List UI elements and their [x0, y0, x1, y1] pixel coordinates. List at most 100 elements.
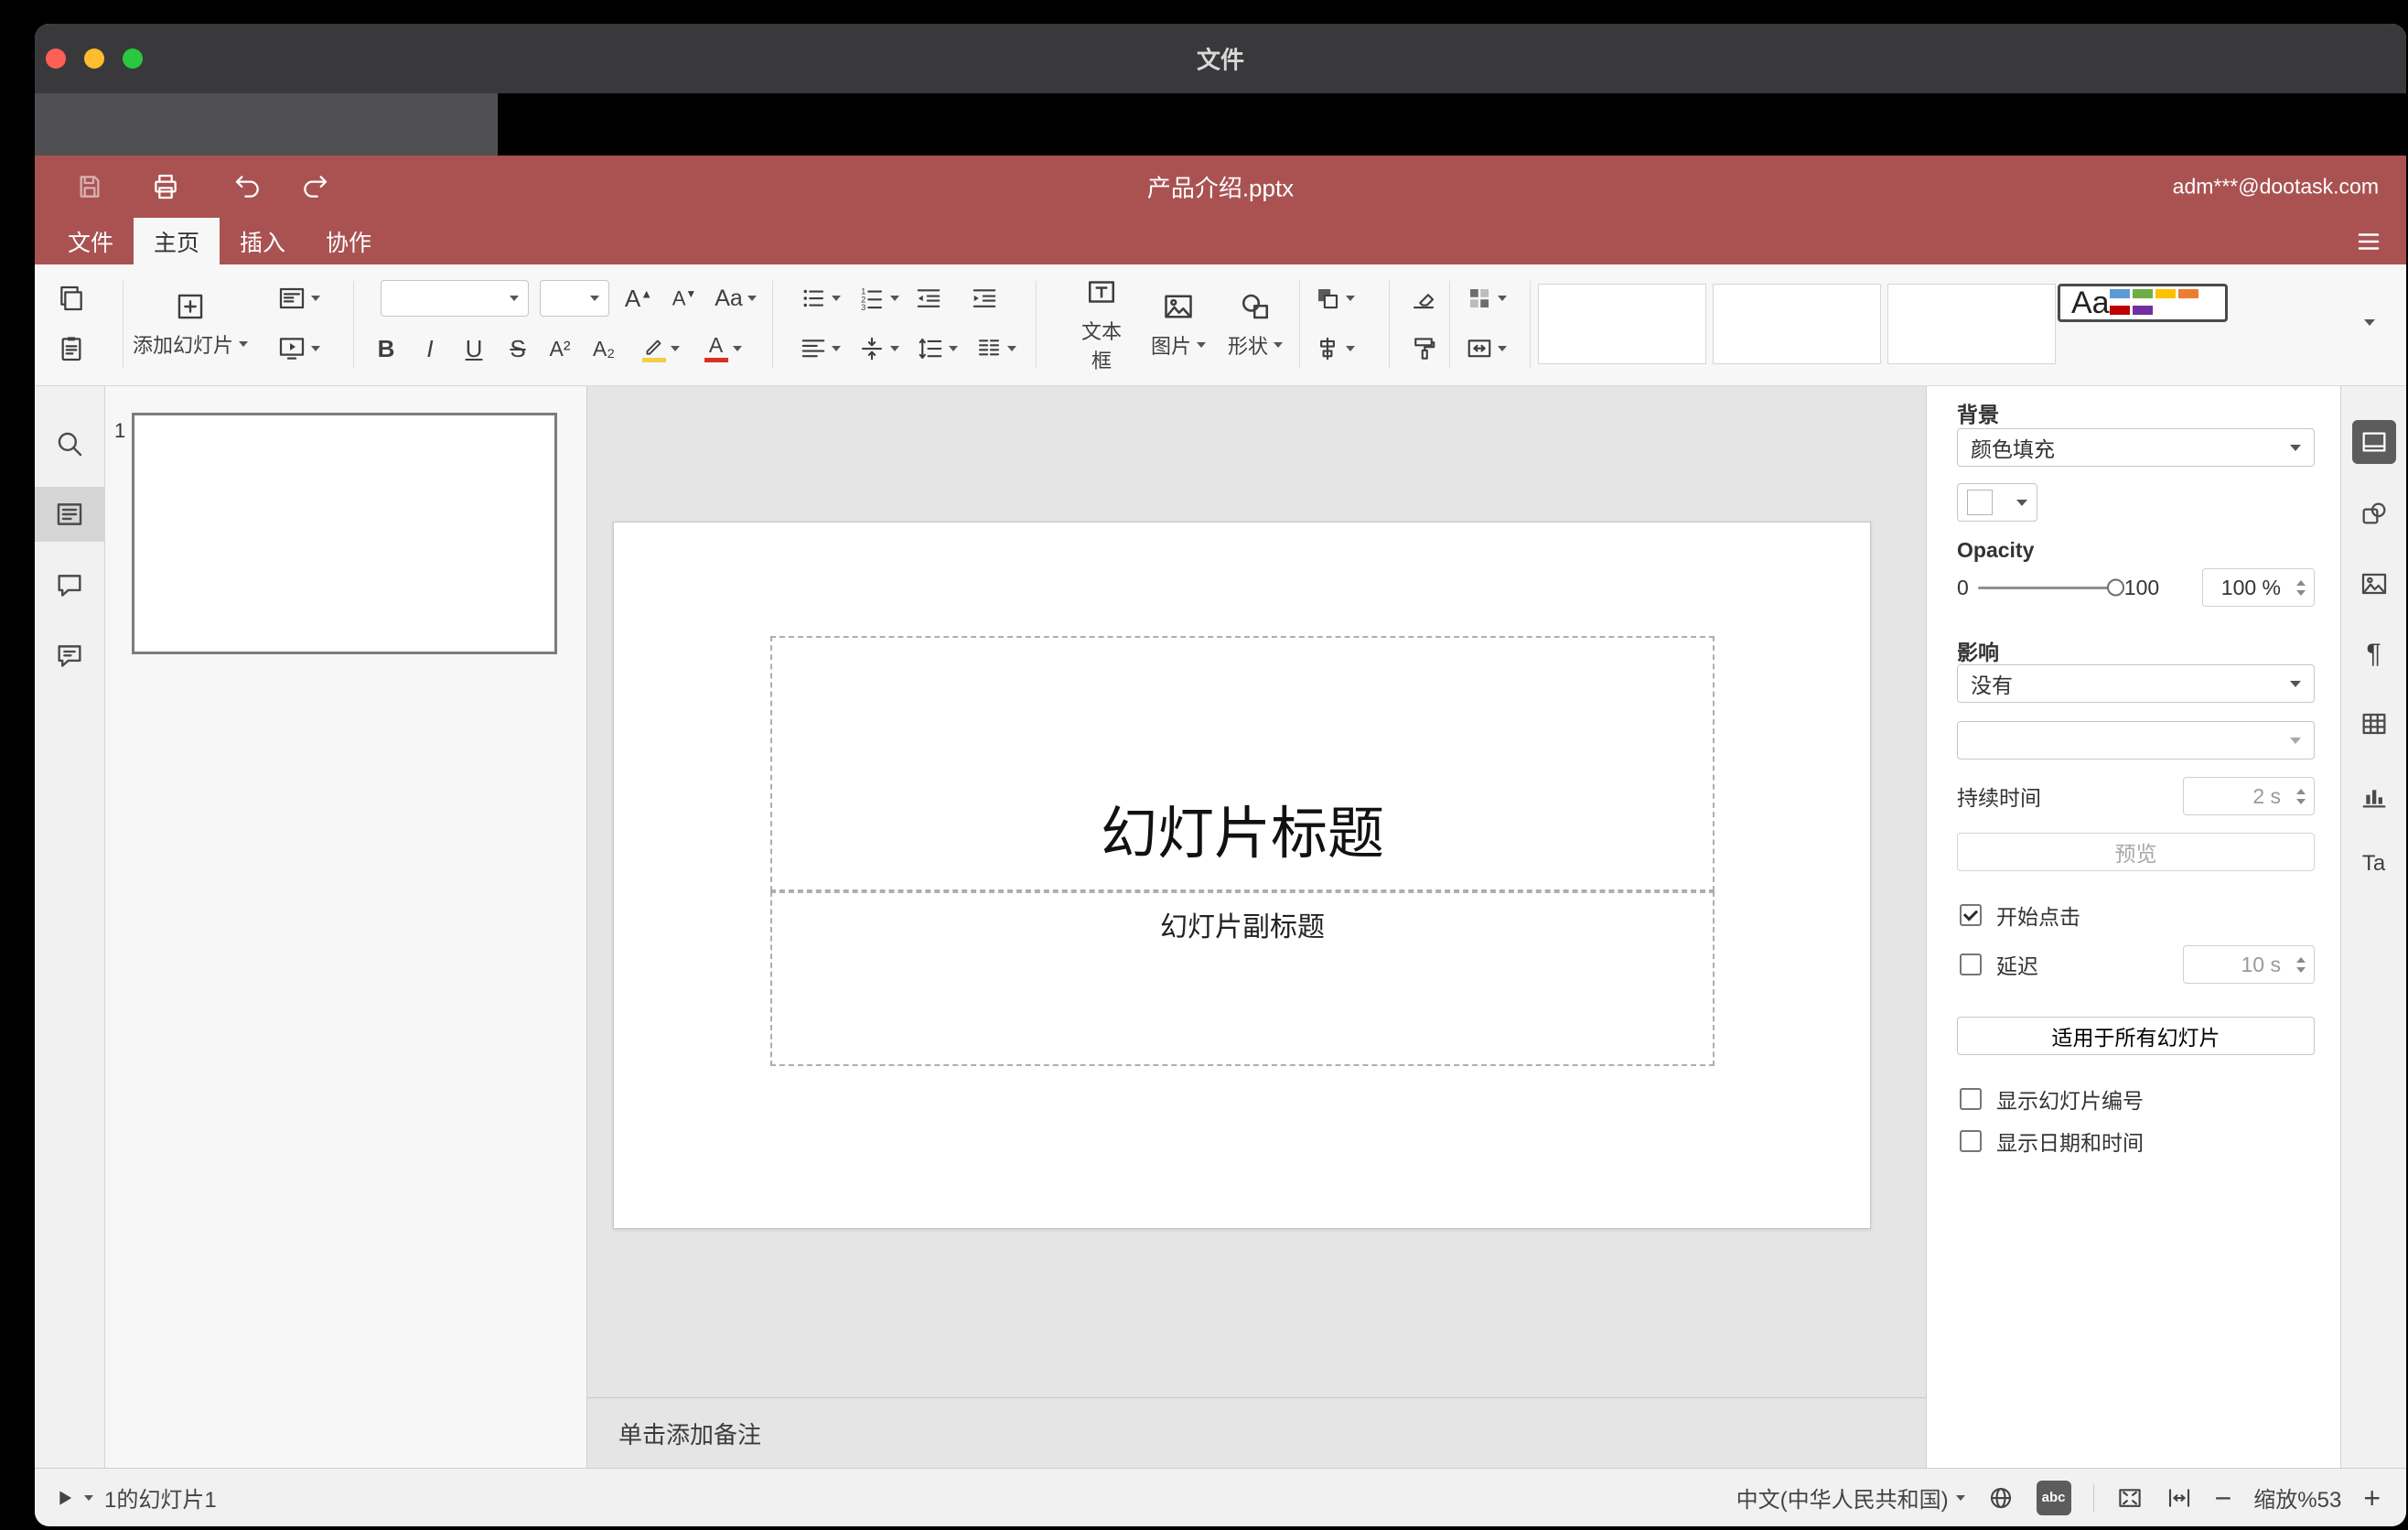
fit-to-slide-button[interactable] — [2116, 1484, 2144, 1512]
arrange-button[interactable] — [1306, 277, 1361, 319]
preview-button[interactable]: 预览 — [1957, 833, 2315, 871]
increase-indent-button[interactable] — [964, 277, 1005, 319]
line-spacing-button[interactable] — [909, 328, 964, 370]
table-settings-button[interactable] — [2354, 704, 2394, 744]
print-button[interactable] — [150, 171, 181, 202]
undo-button[interactable] — [232, 171, 263, 202]
spellcheck-button[interactable]: abc — [2036, 1480, 2071, 1515]
clear-style-button[interactable] — [1403, 277, 1444, 319]
font-color-button[interactable]: A — [693, 328, 752, 370]
shape-settings-button[interactable] — [2354, 494, 2394, 534]
notes-area[interactable]: 单击添加备注 — [587, 1397, 1926, 1468]
theme-preview-selected[interactable]: Aa — [2058, 284, 2228, 322]
start-on-click-row: 开始点击 — [1960, 895, 2080, 935]
spinner-down-icon[interactable] — [2296, 589, 2306, 596]
highlight-color-button[interactable] — [631, 328, 690, 370]
transition-effect-select[interactable]: 没有 — [1957, 664, 2315, 703]
view-settings-button[interactable] — [2351, 218, 2386, 264]
superscript-button[interactable]: A² — [540, 328, 580, 370]
spinner-up-icon[interactable] — [2296, 956, 2306, 963]
background-fill-select[interactable]: 颜色填充 — [1957, 428, 2315, 467]
show-slide-number-checkbox[interactable] — [1960, 1088, 1982, 1110]
shape-align-button[interactable] — [1306, 328, 1361, 370]
themes-expand-button[interactable] — [2348, 301, 2392, 343]
theme-preview-2[interactable] — [1713, 284, 1881, 364]
document-language-button[interactable] — [1987, 1484, 2015, 1512]
show-date-time-checkbox[interactable] — [1960, 1130, 1982, 1152]
apply-to-all-button[interactable]: 适用于所有幻灯片 — [1957, 1017, 2315, 1055]
columns-button[interactable] — [968, 328, 1023, 370]
tab-home[interactable]: 主页 — [134, 218, 220, 264]
insert-image-button[interactable]: 图片 — [1144, 275, 1213, 374]
background-color-select[interactable] — [1957, 483, 2037, 522]
copy-style-button[interactable] — [1403, 328, 1444, 370]
duration-spinner[interactable]: 2 s — [2183, 777, 2315, 815]
insert-shape-button[interactable]: 形状 — [1220, 275, 1290, 374]
textart-settings-button[interactable]: Ta — [2354, 844, 2394, 884]
image-settings-button[interactable] — [2354, 564, 2394, 604]
tab-file[interactable]: 文件 — [48, 218, 134, 264]
start-on-click-checkbox[interactable] — [1960, 904, 1982, 926]
spinner-down-icon[interactable] — [2296, 798, 2306, 804]
copy-button[interactable] — [51, 277, 91, 319]
chevron-down-icon — [670, 346, 680, 351]
delay-spinner[interactable]: 10 s — [2183, 945, 2315, 984]
opacity-slider[interactable] — [1977, 578, 2124, 597]
tab-collaboration[interactable]: 协作 — [306, 218, 392, 264]
bullets-button[interactable] — [792, 277, 847, 319]
slides-panel-button[interactable] — [51, 496, 88, 533]
slide-size-button[interactable] — [1458, 328, 1513, 370]
add-slide-button[interactable]: 添加幻灯片 — [126, 274, 254, 376]
opacity-spinner[interactable]: 100 % — [2202, 568, 2315, 607]
tab-insert[interactable]: 插入 — [220, 218, 306, 264]
increase-font-button[interactable]: A▲ — [618, 277, 659, 319]
zoom-in-button[interactable]: + — [2363, 1483, 2381, 1513]
vertical-align-button[interactable] — [851, 328, 906, 370]
paragraph-settings-button[interactable]: ¶ — [2354, 634, 2394, 674]
start-slideshow-status-button[interactable] — [51, 1485, 93, 1511]
slide-canvas[interactable]: 幻灯片标题 幻灯片副标题 — [613, 522, 1871, 1229]
slide-thumbnail[interactable] — [132, 413, 557, 654]
subtitle-placeholder[interactable]: 幻灯片副标题 — [770, 891, 1715, 1066]
strikeout-button[interactable]: S — [498, 328, 538, 370]
spinner-up-icon[interactable] — [2296, 579, 2306, 586]
numbering-button[interactable]: 123 — [851, 277, 906, 319]
insert-textbox-button[interactable]: 文本框 — [1067, 275, 1136, 374]
slide-layout-button[interactable] — [269, 277, 328, 319]
title-placeholder[interactable]: 幻灯片标题 — [770, 636, 1715, 891]
duration-label: 持续时间 — [1957, 786, 2041, 810]
paste-button[interactable] — [51, 328, 91, 370]
theme-preview-1[interactable] — [1538, 284, 1706, 364]
chart-settings-button[interactable] — [2354, 776, 2394, 816]
effect-variant-select[interactable] — [1957, 721, 2315, 760]
slider-knob[interactable] — [2106, 578, 2124, 597]
subscript-button[interactable]: A₂ — [584, 328, 624, 370]
traffic-light-zoom[interactable] — [123, 48, 143, 69]
comments-button[interactable] — [51, 567, 88, 604]
font-name-select[interactable] — [381, 280, 529, 317]
theme-preview-3[interactable] — [1887, 284, 2056, 364]
slide-settings-button[interactable] — [2354, 422, 2394, 462]
italic-button[interactable]: I — [410, 328, 450, 370]
underline-button[interactable]: U — [454, 328, 494, 370]
font-size-select[interactable] — [540, 280, 609, 317]
traffic-light-minimize[interactable] — [84, 48, 104, 69]
horizontal-align-button[interactable] — [792, 328, 847, 370]
zoom-out-button[interactable]: − — [2215, 1483, 2232, 1513]
fit-to-width-button[interactable] — [2166, 1484, 2193, 1512]
redo-button[interactable] — [299, 171, 330, 202]
chat-button[interactable] — [51, 638, 88, 674]
decrease-indent-button[interactable] — [908, 277, 949, 319]
start-slideshow-button[interactable] — [269, 328, 328, 370]
spinner-down-icon[interactable] — [2296, 966, 2306, 973]
delay-checkbox[interactable] — [1960, 954, 1982, 975]
decrease-font-button[interactable]: A▼ — [664, 277, 704, 319]
change-case-button[interactable]: Aa — [708, 277, 763, 319]
spinner-up-icon[interactable] — [2296, 788, 2306, 794]
color-scheme-button[interactable] — [1458, 277, 1513, 319]
search-button[interactable] — [51, 426, 88, 462]
save-button[interactable] — [74, 171, 105, 202]
bold-button[interactable]: B — [366, 328, 406, 370]
language-select[interactable]: 中文(中华人民共和国) — [1736, 1482, 1965, 1514]
traffic-light-close[interactable] — [46, 48, 66, 69]
